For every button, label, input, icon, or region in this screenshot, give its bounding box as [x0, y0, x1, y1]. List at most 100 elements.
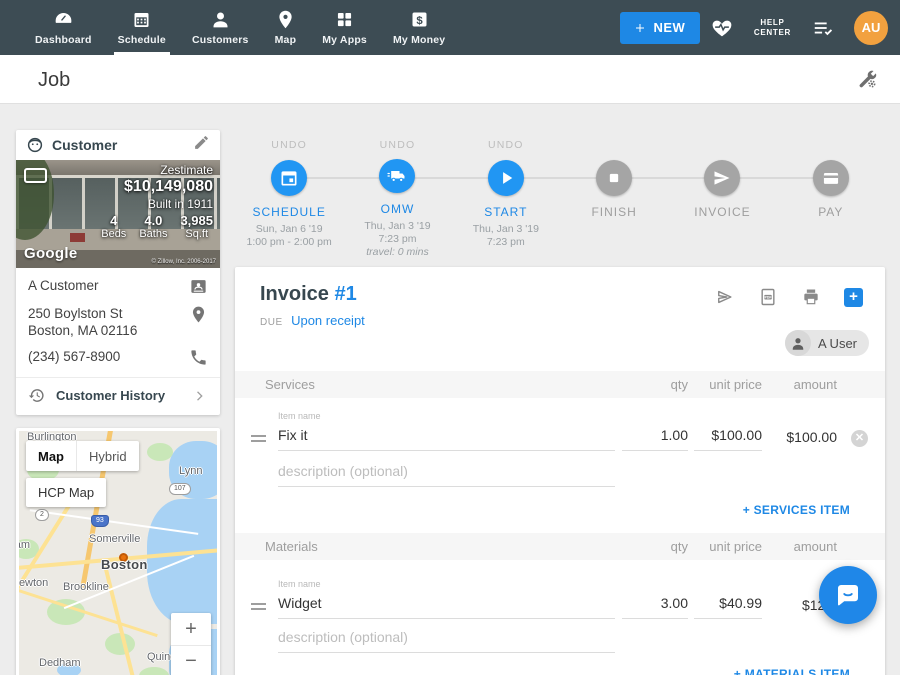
sqft-label: Sq.ft [180, 228, 213, 240]
map-town-brookline: Brookline [63, 581, 109, 593]
nav-item-dashboard[interactable]: Dashboard [22, 0, 105, 55]
money-icon: $ [409, 9, 430, 30]
nav-item-my-apps[interactable]: My Apps [309, 0, 380, 55]
service-description-input[interactable] [278, 463, 615, 487]
customer-face-icon [26, 136, 44, 154]
interstate-93-shield: 93 [91, 515, 109, 527]
step-invoice: INVOICE [668, 131, 776, 259]
step-invoice-circle[interactable] [704, 160, 740, 196]
google-logo: Google [24, 245, 77, 262]
map-park [139, 667, 169, 675]
help-center-line2: CENTER [754, 28, 791, 38]
step-dates: Thu, Jan 3 '19 7:23 pm [473, 223, 539, 249]
chat-widget-button[interactable] [819, 566, 877, 624]
assignee-chip[interactable]: A User [785, 330, 869, 356]
credit-card-icon [821, 168, 841, 188]
map-pin-icon [275, 9, 296, 30]
street-view-pan-icon[interactable] [24, 168, 47, 183]
beds-label: Beds [101, 228, 126, 240]
location-pin-icon[interactable] [189, 305, 208, 324]
hcp-map-button[interactable]: HCP Map [26, 478, 106, 507]
col-qty: qty [671, 377, 688, 392]
due-label: DUE [260, 317, 283, 328]
undo-omw-button[interactable]: UNDO [380, 139, 416, 159]
nav-item-map[interactable]: Map [262, 0, 310, 55]
step-label: INVOICE [694, 205, 750, 219]
step-label: OMW [381, 202, 415, 216]
edit-customer-button[interactable] [193, 134, 210, 156]
app-root: Dashboard Schedule Customers Map My Apps… [0, 0, 900, 675]
drag-handle[interactable] [251, 435, 266, 445]
map-type-map-button[interactable]: Map [26, 441, 76, 471]
step-finish-circle[interactable] [596, 160, 632, 196]
chat-bubble-icon [833, 580, 863, 610]
baths-value: 4.0 [139, 213, 167, 228]
zillow-attribution: © Zillow, Inc. 2006-2017 [152, 259, 216, 265]
step-omw: UNDO OMW Thu, Jan 3 '19 7:23 pm travel: … [343, 131, 451, 259]
undo-schedule-button[interactable]: UNDO [271, 139, 307, 160]
customers-icon [210, 9, 231, 30]
undo-start-button[interactable]: UNDO [488, 139, 524, 160]
customer-history-label: Customer History [56, 388, 192, 403]
drag-handle[interactable] [251, 603, 266, 613]
step-pay-circle[interactable] [813, 160, 849, 196]
nav-label: Schedule [118, 34, 166, 46]
customer-name-row: A Customer [16, 277, 220, 296]
col-amount: amount [794, 377, 837, 392]
health-heart-button[interactable] [711, 17, 733, 39]
send-invoice-icon[interactable] [715, 287, 735, 307]
help-center-line1: HELP [754, 18, 791, 28]
add-invoice-button[interactable]: + [844, 288, 863, 307]
nav-item-my-money[interactable]: $ My Money [380, 0, 458, 55]
customer-history-row[interactable]: Customer History [16, 378, 220, 413]
pdf-icon[interactable]: PDF [758, 287, 778, 307]
customer-card: Customer Zestimate $10,149,080 Built in … [16, 130, 220, 415]
customer-name: A Customer [28, 277, 99, 294]
nav-item-schedule[interactable]: Schedule [105, 0, 179, 55]
user-avatar[interactable]: AU [854, 11, 888, 45]
map-type-control: Map Hybrid [26, 441, 139, 471]
due-value-link[interactable]: Upon receipt [291, 313, 365, 328]
step-schedule-circle[interactable] [271, 160, 307, 196]
step-schedule: UNDO SCHEDULE Sun, Jan 6 '19 1:00 pm - 2… [235, 131, 343, 259]
material-item-name-input[interactable] [278, 595, 615, 619]
service-unit-price-input[interactable] [694, 427, 762, 451]
svg-text:$: $ [416, 15, 423, 27]
print-icon[interactable] [801, 287, 821, 307]
map-type-hybrid-button[interactable]: Hybrid [76, 441, 139, 471]
step-start-circle[interactable] [488, 160, 524, 196]
page-title: Job [38, 69, 70, 92]
service-qty-input[interactable] [622, 427, 688, 451]
item-name-label: Item name [278, 579, 321, 589]
remove-service-item-button[interactable]: ✕ [851, 430, 868, 447]
add-services-item-link[interactable]: + SERVICES ITEM [743, 503, 850, 517]
zestimate-label: Zestimate [101, 163, 213, 177]
zoom-out-button[interactable]: − [171, 645, 211, 675]
step-omw-circle[interactable] [379, 159, 415, 193]
property-street-view-photo[interactable]: Zestimate $10,149,080 Built in 1911 4Bed… [16, 160, 220, 268]
built-year: Built in 1911 [101, 197, 213, 211]
property-stats: 4Beds 4.0Baths 3,985Sq.ft [101, 213, 213, 240]
send-icon [712, 168, 732, 188]
help-center-button[interactable]: HELP CENTER [754, 18, 791, 38]
tasks-button[interactable] [812, 17, 834, 39]
col-amount: amount [794, 539, 837, 554]
google-map[interactable]: Burlington Lynn 107 2 93 Somerville Walt… [19, 431, 217, 675]
contact-card-icon[interactable] [189, 277, 208, 296]
material-qty-input[interactable] [622, 595, 688, 619]
materials-section-header: Materials qty unit price amount [235, 533, 885, 560]
col-qty: qty [671, 539, 688, 554]
person-icon [789, 334, 807, 352]
invoice-due: DUE Upon receipt [260, 312, 365, 330]
material-description-input[interactable] [278, 629, 615, 653]
zoom-in-button[interactable]: + [171, 613, 211, 645]
material-unit-price-input[interactable] [694, 595, 762, 619]
phone-icon[interactable] [189, 348, 208, 367]
job-settings-button[interactable] [856, 68, 878, 95]
service-item-name-input[interactable] [278, 427, 615, 451]
services-title: Services [265, 377, 315, 392]
nav-item-customers[interactable]: Customers [179, 0, 262, 55]
map-road [19, 588, 158, 637]
new-button[interactable]: NEW [620, 12, 700, 44]
add-materials-item-link[interactable]: + MATERIALS ITEM [734, 667, 850, 675]
